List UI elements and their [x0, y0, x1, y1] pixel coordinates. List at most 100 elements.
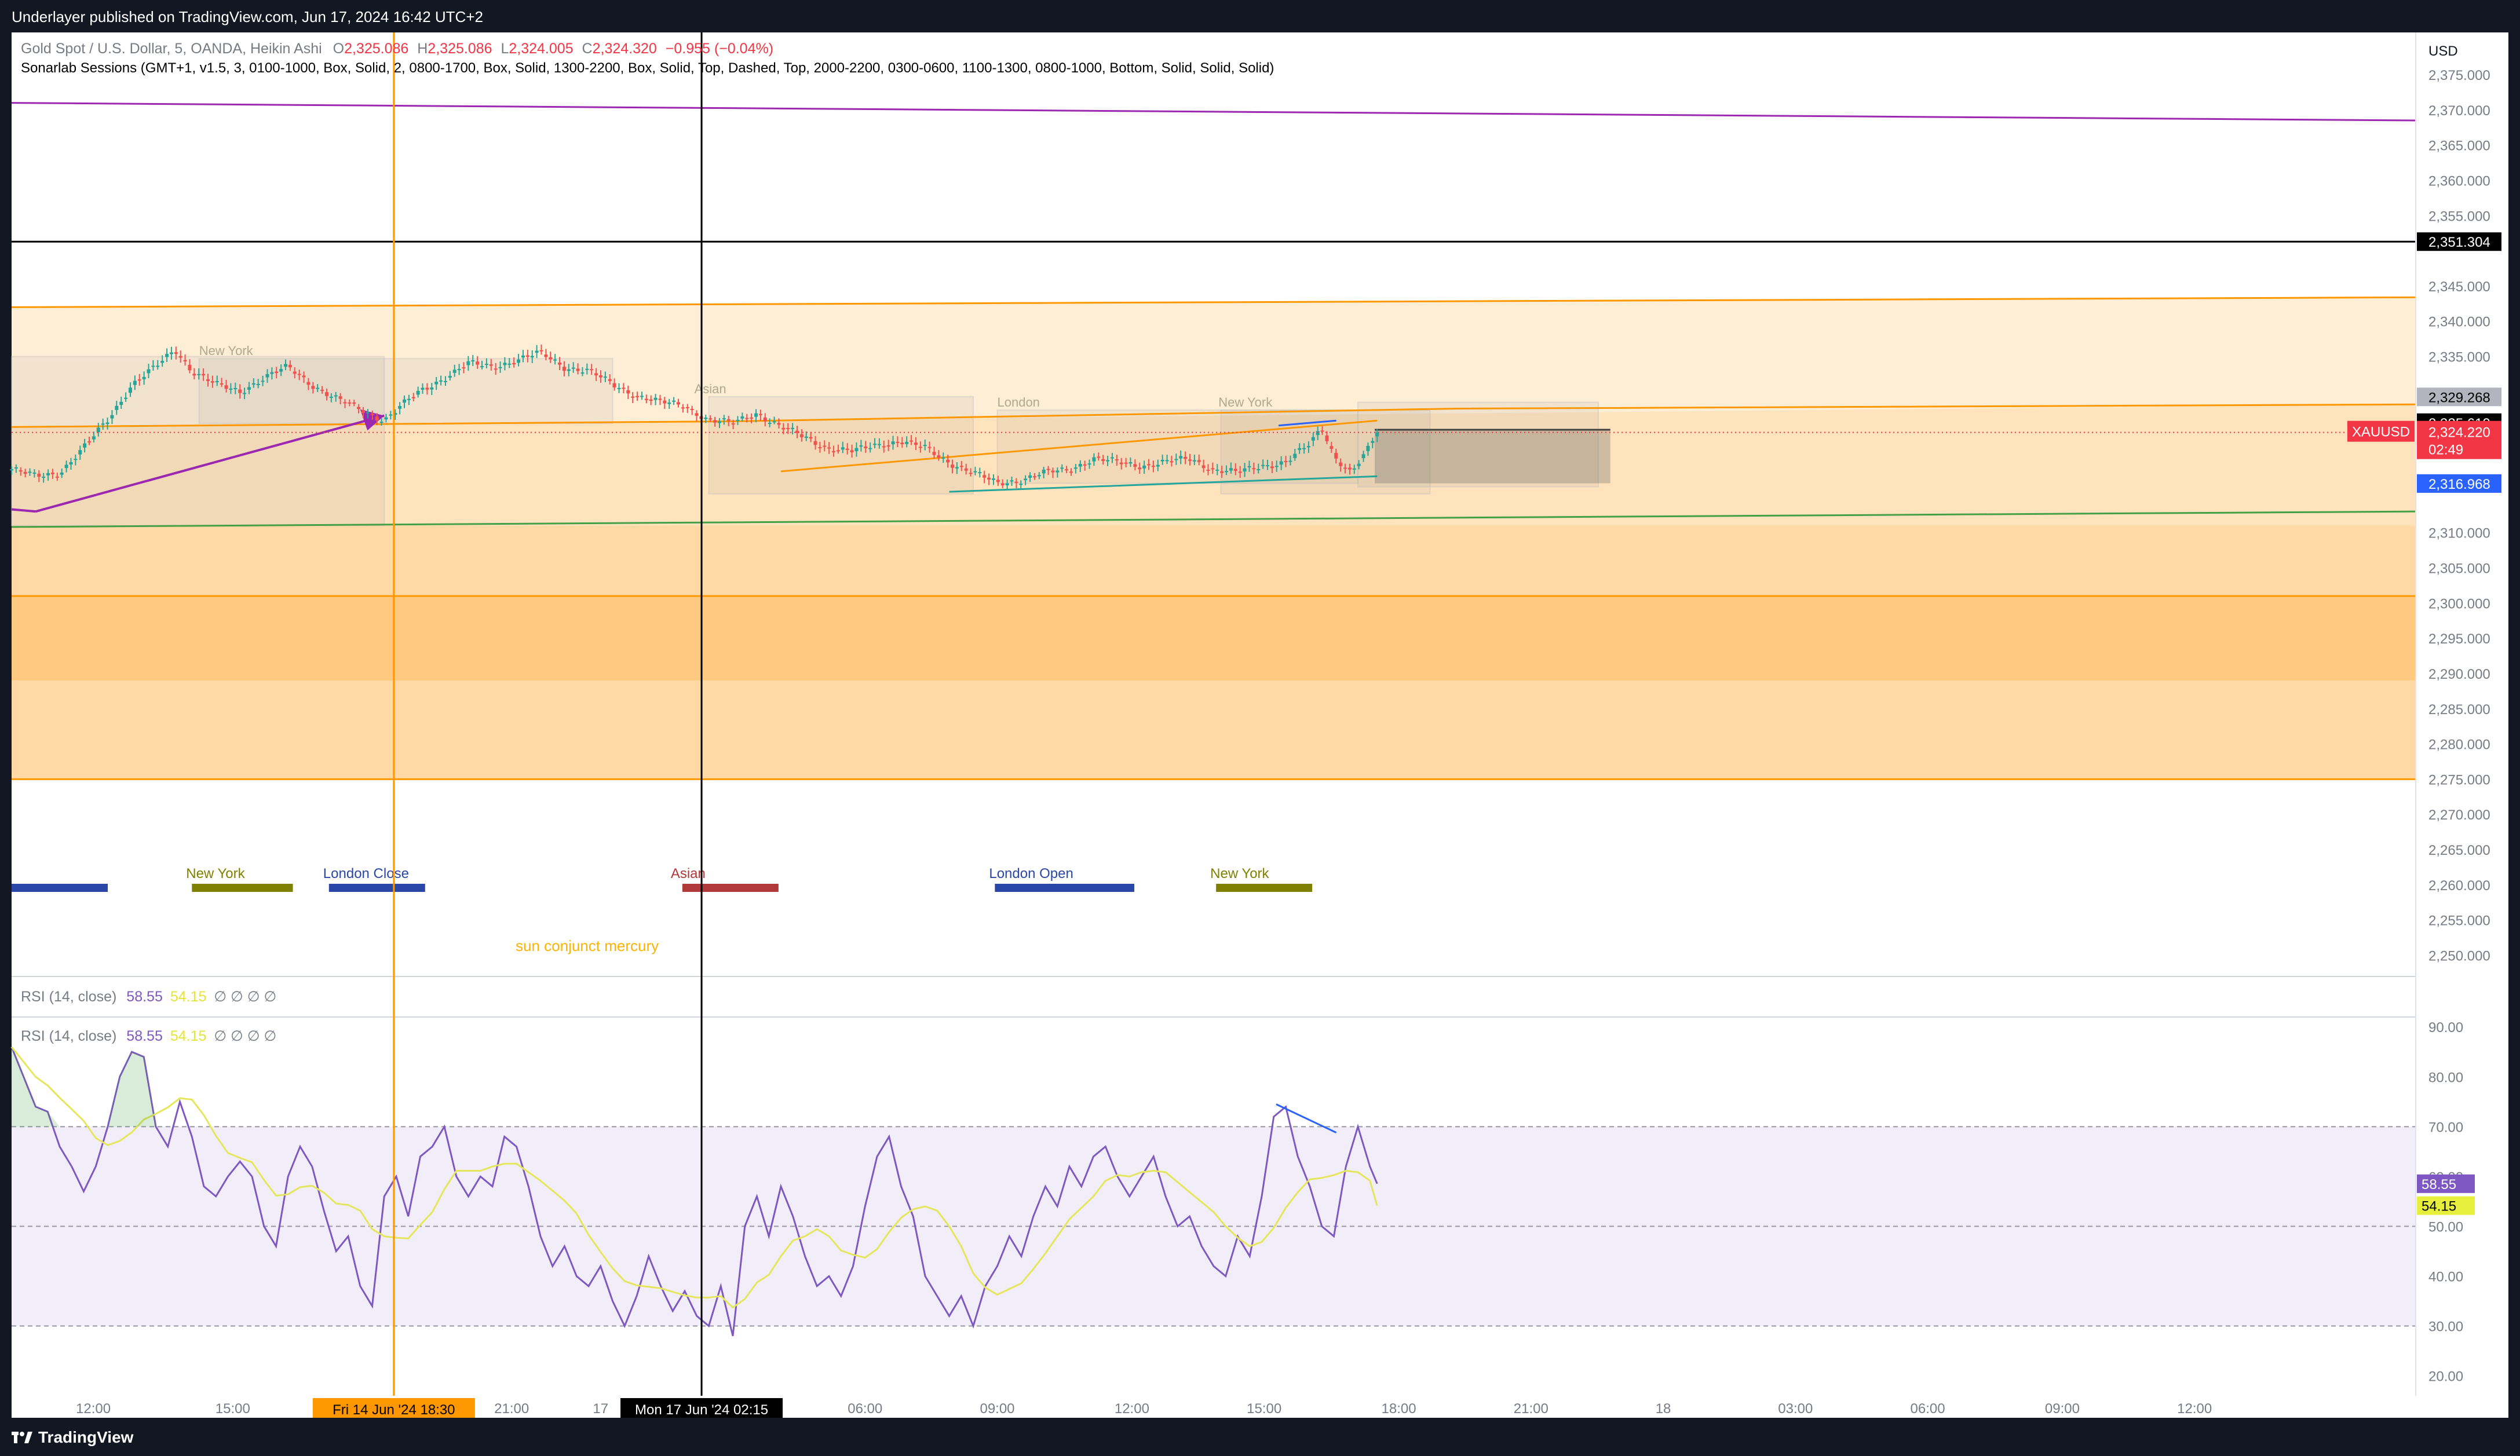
rsi-title: RSI (14, close) [21, 989, 117, 1005]
candle-body [859, 445, 863, 447]
candle-body [105, 422, 109, 425]
candle-body [877, 444, 881, 445]
candle-body [169, 352, 173, 354]
candle-body [1138, 467, 1142, 470]
candle-body [644, 398, 648, 400]
candle-body [1124, 462, 1128, 464]
candle-body [389, 414, 393, 416]
chart-canvas[interactable]: New York Asian London New York New York Lond… [0, 0, 2520, 1456]
candle-body [452, 370, 456, 373]
session-label: Asian [671, 866, 706, 881]
rsi-ma-value: 54.15 [170, 1028, 207, 1044]
price-tick: 2,335.000 [2428, 350, 2490, 365]
candle-body [119, 401, 123, 405]
price-tick: 2,360.000 [2428, 173, 2490, 189]
candle-body [923, 445, 927, 447]
candle-body [74, 459, 78, 460]
candle-body [585, 368, 589, 370]
candle-body [1151, 466, 1155, 467]
currency-label: USD [2428, 43, 2458, 59]
candle-body [959, 466, 963, 467]
price-tick: 2,260.000 [2428, 878, 2490, 894]
candle-body [910, 440, 914, 442]
candle-body [1261, 464, 1265, 466]
candle-body [736, 419, 740, 421]
candle-body [1334, 452, 1338, 459]
candle-body [517, 359, 521, 363]
candle-body [726, 419, 731, 421]
session-bar [12, 884, 108, 892]
time-tick: 12:00 [76, 1401, 111, 1417]
price-tick: 2,310.000 [2428, 526, 2490, 542]
price-tick: 2,285.000 [2428, 702, 2490, 718]
pane-separator [12, 976, 2508, 1017]
tradingview-logo-icon [12, 1432, 32, 1443]
candle-body [206, 379, 210, 381]
candle-body [786, 427, 790, 429]
candle-body [685, 407, 689, 408]
candle-body [1051, 470, 1055, 473]
price-tick: 2,265.000 [2428, 843, 2490, 858]
candle-body [1056, 470, 1060, 473]
candle-body [717, 421, 721, 423]
candle-body [549, 357, 553, 360]
candle-body [946, 459, 950, 463]
candle-body [1192, 460, 1196, 462]
session-label: London Close [323, 866, 409, 881]
candle-body [1366, 445, 1370, 451]
candle-body [626, 390, 630, 394]
candle-body [284, 364, 288, 367]
candle-body [996, 480, 1000, 482]
candle-body [202, 374, 206, 376]
price-tick: 2,375.000 [2428, 68, 2490, 83]
candle-body [836, 450, 840, 452]
candle-body [1083, 464, 1087, 466]
candle-body [1037, 475, 1041, 477]
candle-body [361, 409, 366, 414]
candle-body [740, 416, 744, 419]
candle-body [411, 397, 415, 398]
candle-body [823, 445, 827, 447]
candle-body [69, 462, 73, 465]
candle-body [612, 383, 616, 387]
footer-brand: TradingView [38, 1428, 134, 1446]
price-badge-label: 2,316.968 [2428, 477, 2490, 492]
candle-body [302, 375, 306, 378]
candle-body [64, 464, 68, 469]
candle-body [1165, 460, 1169, 462]
candle-body [160, 361, 165, 363]
symbol-badge-label: XAUUSD [2352, 425, 2410, 440]
session-box-label: New York [1218, 395, 1273, 409]
session-label: New York [1210, 866, 1269, 881]
candle-body [1078, 464, 1082, 467]
open-value: 2,325.086 [344, 41, 409, 57]
candle-body [781, 427, 786, 430]
candle-body [147, 369, 151, 374]
candle-body [14, 467, 18, 469]
session-box-label: Asian [695, 382, 726, 396]
price-tick: 2,355.000 [2428, 208, 2490, 224]
orange-zone [12, 596, 2416, 681]
time-tick: 21:00 [1514, 1401, 1548, 1417]
candle-body [754, 413, 758, 417]
candle-body [799, 434, 804, 438]
candle-body [379, 422, 384, 423]
candle-body [1357, 463, 1361, 466]
session-bar [682, 884, 779, 892]
rsi-extras: ∅ ∅ ∅ ∅ [214, 1028, 277, 1044]
candle-body [50, 473, 54, 474]
candle-body [425, 387, 429, 390]
candle-body [1156, 464, 1160, 467]
candle-body [243, 393, 247, 394]
candle-body [320, 389, 324, 391]
candle-body [558, 362, 562, 365]
rsi-title: RSI (14, close) [21, 1028, 117, 1044]
candle-body [521, 355, 525, 358]
candle-body [804, 436, 808, 438]
candle-body [1115, 459, 1119, 460]
candle-body [1010, 480, 1014, 482]
candle-body [115, 405, 119, 410]
candle-body [23, 471, 27, 474]
candle-body [398, 406, 402, 409]
sessions-description: Sonarlab Sessions (GMT+1, v1.5, 3, 0100-… [21, 60, 1274, 76]
